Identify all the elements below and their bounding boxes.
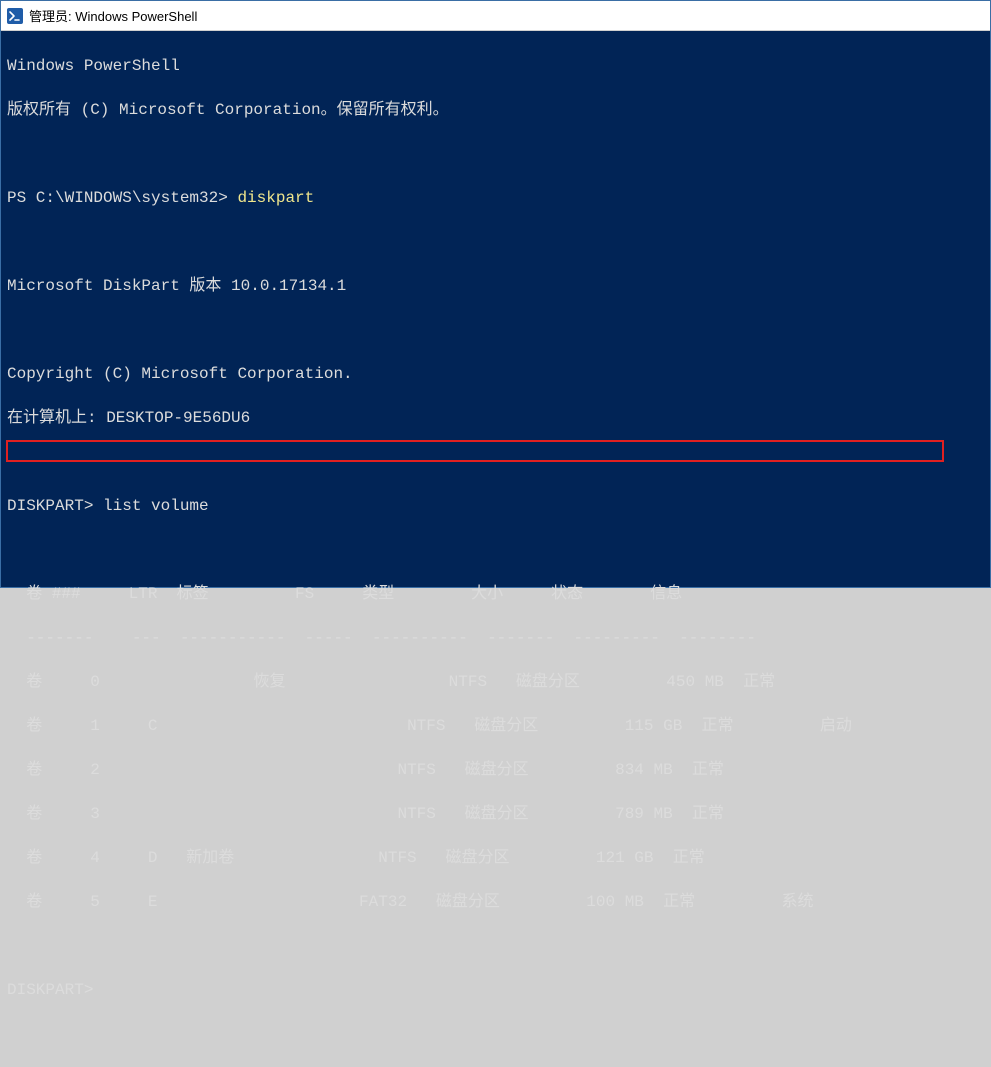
terminal-body[interactable]: Windows PowerShell 版权所有 (C) Microsoft Co…	[1, 31, 990, 587]
ps-header-line: Windows PowerShell	[7, 55, 984, 77]
table-row: 卷 4 D 新加卷 NTFS 磁盘分区 121 GB 正常	[7, 847, 984, 869]
diskpart-prompt: DISKPART> list volume	[7, 495, 984, 517]
table-row: 卷 2 NTFS 磁盘分区 834 MB 正常	[7, 759, 984, 781]
diskpart-version: Microsoft DiskPart 版本 10.0.17134.1	[7, 275, 984, 297]
prompt-command: diskpart	[237, 189, 314, 207]
table-row: 卷 0 恢复 NTFS 磁盘分区 450 MB 正常	[7, 671, 984, 693]
diskpart-copyright: Copyright (C) Microsoft Corporation.	[7, 363, 984, 385]
blank-line	[7, 143, 984, 165]
table-row: 卷 1 C NTFS 磁盘分区 115 GB 正常 启动	[7, 715, 984, 737]
blank-line	[7, 231, 984, 253]
prompt-path: PS C:\WINDOWS\system32>	[7, 189, 237, 207]
window-title: 管理员: Windows PowerShell	[29, 6, 197, 25]
titlebar[interactable]: 管理员: Windows PowerShell	[1, 1, 990, 31]
blank-line	[7, 319, 984, 341]
table-header: 卷 ### LTR 标签 FS 类型 大小 状态 信息	[7, 583, 984, 605]
prompt-line: PS C:\WINDOWS\system32> diskpart	[7, 187, 984, 209]
table-row: 卷 3 NTFS 磁盘分区 789 MB 正常	[7, 803, 984, 825]
ps-copyright-line: 版权所有 (C) Microsoft Corporation。保留所有权利。	[7, 99, 984, 121]
powershell-icon	[7, 8, 23, 24]
blank-line	[7, 539, 984, 561]
blank-line	[7, 451, 984, 473]
powershell-window: 管理员: Windows PowerShell Windows PowerShe…	[0, 0, 991, 588]
table-divider: ------- --- ----------- ----- ----------…	[7, 627, 984, 649]
diskpart-prompt: DISKPART>	[7, 979, 984, 1001]
computer-name-line: 在计算机上: DESKTOP-9E56DU6	[7, 407, 984, 429]
blank-line	[7, 935, 984, 957]
table-row-highlighted: 卷 5 E FAT32 磁盘分区 100 MB 正常 系统	[7, 891, 984, 913]
